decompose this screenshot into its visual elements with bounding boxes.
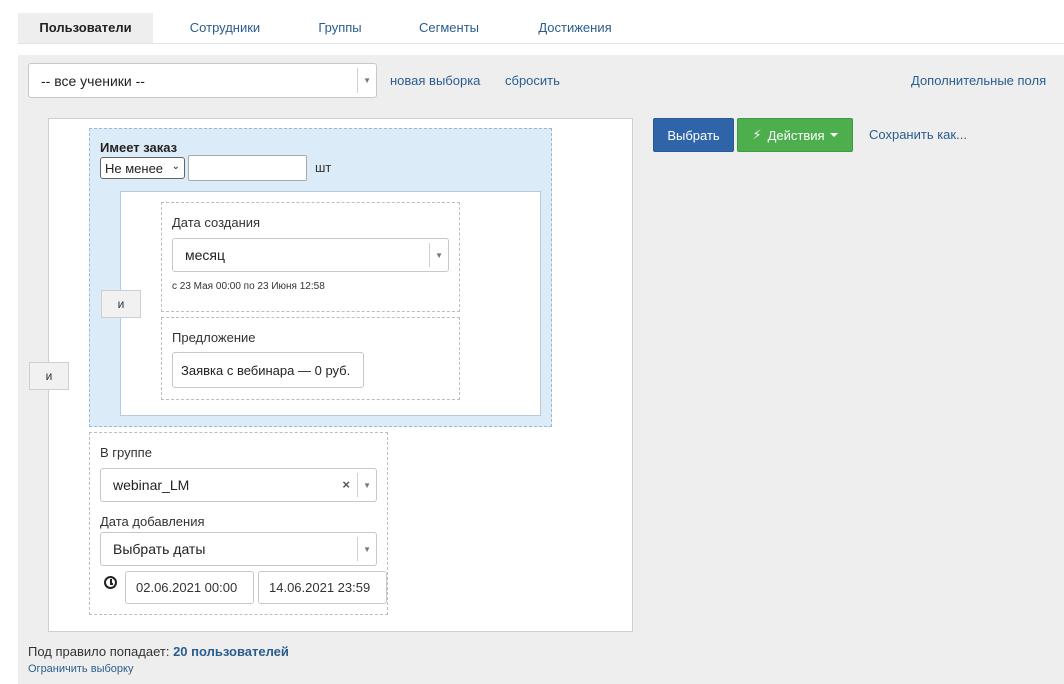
order-count-input[interactable] xyxy=(188,155,307,181)
and-operator-button[interactable]: и xyxy=(29,362,69,390)
date-range-note: с 23 Мая 00:00 по 23 Июня 12:58 xyxy=(172,281,325,292)
period-select[interactable]: месяц ▼ xyxy=(172,238,449,272)
chevron-down-icon: ▼ xyxy=(363,544,371,554)
tab-bar: Пользователи Сотрудники Группы Сегменты … xyxy=(18,0,1064,44)
added-date-label: Дата добавления xyxy=(100,514,205,529)
save-as-link[interactable]: Сохранить как... xyxy=(869,127,967,142)
lightning-icon: ⚡︎ xyxy=(752,127,762,142)
group-label: В группе xyxy=(100,445,152,460)
caret-down-icon xyxy=(829,133,838,137)
tab-employees[interactable]: Сотрудники xyxy=(172,13,278,43)
order-condition-title: Имеет заказ xyxy=(100,140,178,155)
chevron-down-icon: ⌄ xyxy=(171,161,180,172)
created-date-label: Дата создания xyxy=(172,215,261,230)
selection-select[interactable]: -- все ученики -- ▼ xyxy=(28,63,377,98)
tab-groups[interactable]: Группы xyxy=(300,13,380,43)
order-count-unit: шт xyxy=(315,160,332,175)
actions-button-label: Действия xyxy=(767,127,825,143)
group-value: webinar_LM xyxy=(113,477,190,493)
added-date-value: Выбрать даты xyxy=(113,541,206,557)
offer-value[interactable]: Заявка с вебинара — 0 руб. xyxy=(172,352,364,388)
comparator-value: Не менее xyxy=(105,160,164,176)
tab-segments[interactable]: Сегменты xyxy=(403,13,495,43)
offer-label: Предложение xyxy=(172,330,256,345)
close-icon[interactable]: × xyxy=(342,477,350,492)
extra-fields-link[interactable]: Дополнительные поля xyxy=(911,73,1046,88)
chevron-down-icon: ▼ xyxy=(363,480,371,490)
new-selection-link[interactable]: новая выборка xyxy=(390,73,480,88)
date-to-input[interactable]: 14.06.2021 23:59 xyxy=(258,571,387,604)
order-and-operator-button[interactable]: и xyxy=(101,290,141,318)
select-button[interactable]: Выбрать xyxy=(653,118,734,152)
match-summary: Под правило попадает: 20 пользователей xyxy=(28,644,289,659)
chevron-down-icon: ▼ xyxy=(363,76,371,85)
tab-achievements[interactable]: Достижения xyxy=(523,13,627,43)
selection-value: -- все ученики -- xyxy=(41,72,145,89)
select-button-label: Выбрать xyxy=(667,127,720,143)
comparator-select[interactable]: Не менее ⌄ xyxy=(100,157,185,179)
match-count-link[interactable]: 20 пользователей xyxy=(173,644,289,659)
period-value: месяц xyxy=(185,247,226,263)
chevron-down-icon: ▼ xyxy=(435,250,443,260)
tab-users[interactable]: Пользователи xyxy=(18,13,153,43)
clock-icon xyxy=(104,576,117,589)
added-date-select[interactable]: Выбрать даты ▼ xyxy=(100,532,377,566)
limit-selection-link[interactable]: Ограничить выборку xyxy=(28,663,133,675)
group-select[interactable]: webinar_LM × ▼ xyxy=(100,468,377,502)
actions-dropdown-button[interactable]: ⚡︎ Действия xyxy=(737,118,853,152)
date-from-input[interactable]: 02.06.2021 00:00 xyxy=(125,571,254,604)
match-summary-prefix: Под правило попадает: xyxy=(28,644,170,659)
reset-link[interactable]: сбросить xyxy=(505,73,560,88)
